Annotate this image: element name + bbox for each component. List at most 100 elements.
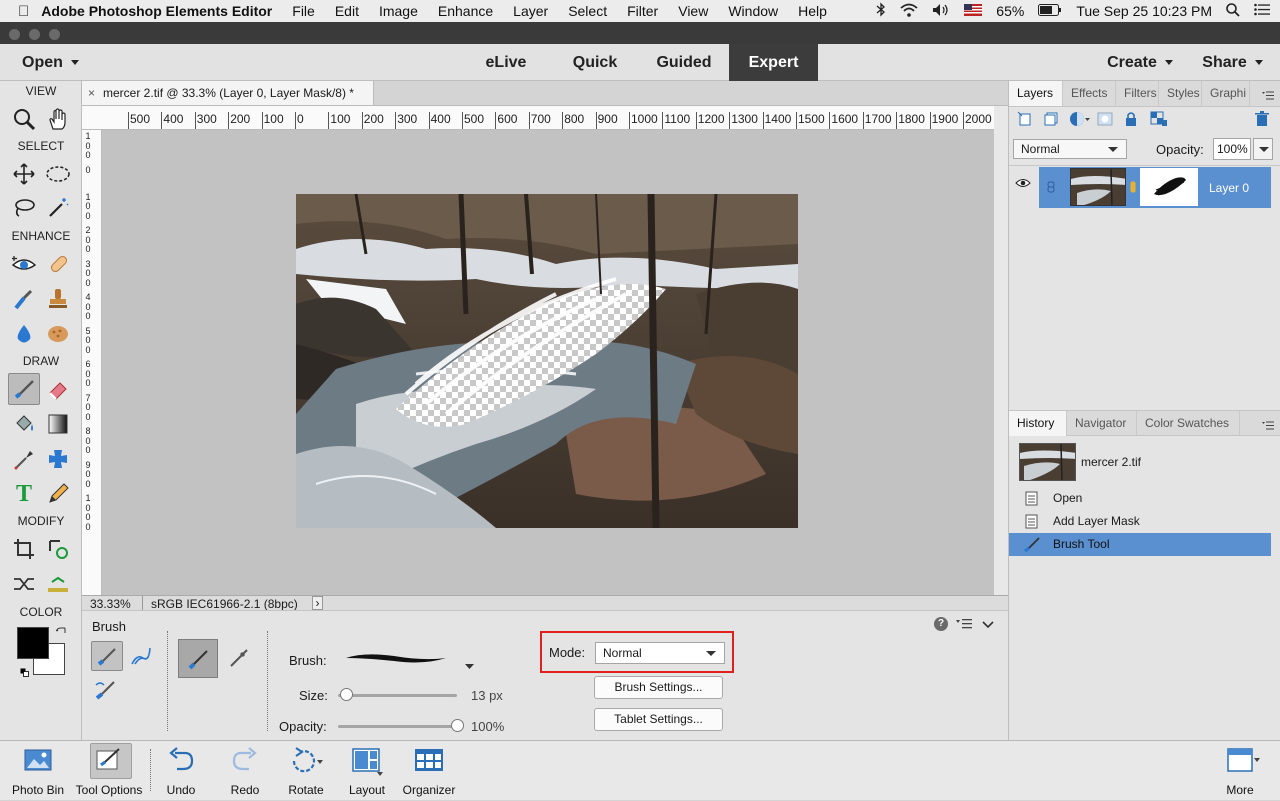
blur-tool-icon[interactable]: [8, 318, 40, 350]
default-colors-icon[interactable]: [20, 665, 29, 677]
mode-select[interactable]: Normal: [595, 642, 725, 664]
crop-tool-icon[interactable]: [8, 533, 40, 565]
new-group-icon[interactable]: [1043, 111, 1059, 130]
spotlight-icon[interactable]: [1226, 2, 1240, 20]
gradient-tool-icon[interactable]: [42, 408, 74, 440]
opacity-slider-knob[interactable]: [451, 719, 464, 732]
rotate-button[interactable]: Rotate: [271, 741, 341, 801]
size-value[interactable]: 13 px: [471, 688, 503, 703]
menu-edit[interactable]: Edit: [325, 3, 369, 19]
history-panel-menu-icon[interactable]: [1262, 418, 1274, 433]
tab-styles[interactable]: Styles: [1159, 81, 1202, 106]
lasso-tool-icon[interactable]: [8, 192, 40, 224]
history-item-open[interactable]: Open: [1009, 487, 1271, 510]
pencil-tool-icon[interactable]: [42, 478, 74, 510]
tab-navigator[interactable]: Navigator: [1067, 411, 1137, 436]
window-minimize-button[interactable]: [29, 29, 40, 40]
tab-layers[interactable]: Layers: [1009, 81, 1063, 106]
opacity-value[interactable]: 100%: [471, 719, 504, 734]
marquee-tool-icon[interactable]: [42, 158, 74, 190]
help-icon[interactable]: ?: [934, 617, 948, 631]
brush-mode-normal-icon[interactable]: [178, 639, 218, 678]
menu-app-name[interactable]: Adobe Photoshop Elements Editor: [35, 3, 282, 19]
visibility-eye-icon[interactable]: [1015, 177, 1031, 192]
document-image[interactable]: [296, 194, 798, 528]
airbrush-mode-icon[interactable]: [222, 641, 256, 675]
panel-menu-icon[interactable]: [1262, 88, 1274, 103]
size-slider-knob[interactable]: [339, 688, 353, 701]
adjustment-layer-icon[interactable]: [1069, 111, 1091, 130]
hand-tool-icon[interactable]: [42, 103, 74, 135]
brush-settings-button[interactable]: Brush Settings...: [594, 676, 723, 699]
layer-name[interactable]: Layer 0: [1209, 181, 1249, 195]
volume-icon[interactable]: [932, 3, 950, 20]
layer-opacity-dropdown[interactable]: [1253, 138, 1273, 160]
battery-icon[interactable]: [1038, 3, 1062, 19]
options-menu-icon[interactable]: [956, 618, 972, 633]
smart-brush-tool-icon[interactable]: [8, 283, 40, 315]
brush-tool-icon[interactable]: [8, 373, 40, 405]
layout-button[interactable]: Layout: [332, 741, 402, 801]
layer-opacity-input[interactable]: 100%: [1213, 138, 1251, 160]
battery-percent[interactable]: 65%: [996, 3, 1024, 19]
menu-layer[interactable]: Layer: [503, 3, 558, 19]
eraser-tool-icon[interactable]: [42, 373, 74, 405]
red-eye-tool-icon[interactable]: [8, 248, 40, 280]
wifi-icon[interactable]: [900, 3, 918, 20]
layer-mask-thumbnail[interactable]: [1140, 168, 1198, 206]
zoom-tool-icon[interactable]: [8, 103, 40, 135]
vertical-scrollbar[interactable]: [994, 106, 1008, 595]
notification-center-icon[interactable]: [1254, 3, 1270, 19]
menu-help[interactable]: Help: [788, 3, 837, 19]
organizer-button[interactable]: Organizer: [394, 741, 464, 801]
apple-icon[interactable]: : [0, 3, 35, 20]
status-menu-arrow[interactable]: ›: [312, 596, 323, 610]
history-item-brush-tool[interactable]: Brush Tool: [1009, 533, 1271, 556]
add-mask-icon[interactable]: [1097, 111, 1113, 130]
tab-history[interactable]: History: [1009, 411, 1067, 436]
recompose-tool-icon[interactable]: [42, 533, 74, 565]
color-replacement-brush-icon[interactable]: [92, 675, 120, 703]
link-icon[interactable]: [1047, 181, 1055, 196]
menu-enhance[interactable]: Enhance: [428, 3, 503, 19]
menu-filter[interactable]: Filter: [617, 3, 668, 19]
document-tab[interactable]: × mercer 2.tif @ 33.3% (Layer 0, Layer Ma…: [82, 81, 374, 106]
move-tool-icon[interactable]: [8, 158, 40, 190]
tab-graphics[interactable]: Graphi: [1202, 81, 1250, 106]
create-button[interactable]: Create: [1095, 44, 1185, 81]
window-zoom-button[interactable]: [49, 29, 60, 40]
layer-thumbnail[interactable]: [1070, 168, 1126, 206]
window-close-button[interactable]: [9, 29, 20, 40]
menu-image[interactable]: Image: [369, 3, 428, 19]
opacity-slider-track[interactable]: [338, 725, 457, 728]
history-item-add-layer-mask[interactable]: Add Layer Mask: [1009, 510, 1271, 533]
brush-preset-preview[interactable]: [344, 647, 454, 672]
tab-color-swatches[interactable]: Color Swatches: [1137, 411, 1240, 436]
bluetooth-icon[interactable]: [876, 2, 886, 20]
tool-options-button[interactable]: Tool Options: [74, 741, 144, 801]
custom-shape-tool-icon[interactable]: [42, 443, 74, 475]
tab-quick[interactable]: Quick: [555, 44, 635, 81]
tab-guided[interactable]: Guided: [644, 44, 724, 81]
content-aware-move-tool-icon[interactable]: [8, 568, 40, 600]
menu-select[interactable]: Select: [558, 3, 617, 19]
tab-expert[interactable]: Expert: [729, 44, 818, 81]
sponge-tool-icon[interactable]: [42, 318, 74, 350]
type-tool-icon[interactable]: T: [8, 478, 40, 510]
collapse-options-icon[interactable]: [982, 618, 994, 633]
clone-stamp-tool-icon[interactable]: [42, 283, 74, 315]
paint-bucket-tool-icon[interactable]: [8, 408, 40, 440]
zoom-readout[interactable]: 33.33%: [90, 597, 131, 611]
open-button[interactable]: Open: [10, 44, 90, 81]
swap-colors-icon[interactable]: [55, 625, 66, 635]
tablet-settings-button[interactable]: Tablet Settings...: [594, 708, 723, 731]
spot-healing-tool-icon[interactable]: [42, 248, 74, 280]
lock-transparent-icon[interactable]: [1150, 111, 1168, 130]
blend-mode-select[interactable]: Normal: [1013, 139, 1127, 159]
redo-button[interactable]: Redo: [210, 741, 280, 801]
history-snapshot-name[interactable]: mercer 2.tif: [1081, 455, 1141, 469]
mask-link-icon[interactable]: [1130, 181, 1136, 196]
more-button[interactable]: More: [1205, 741, 1275, 801]
straighten-tool-icon[interactable]: [42, 568, 74, 600]
brush-variant-icon[interactable]: [91, 641, 123, 671]
